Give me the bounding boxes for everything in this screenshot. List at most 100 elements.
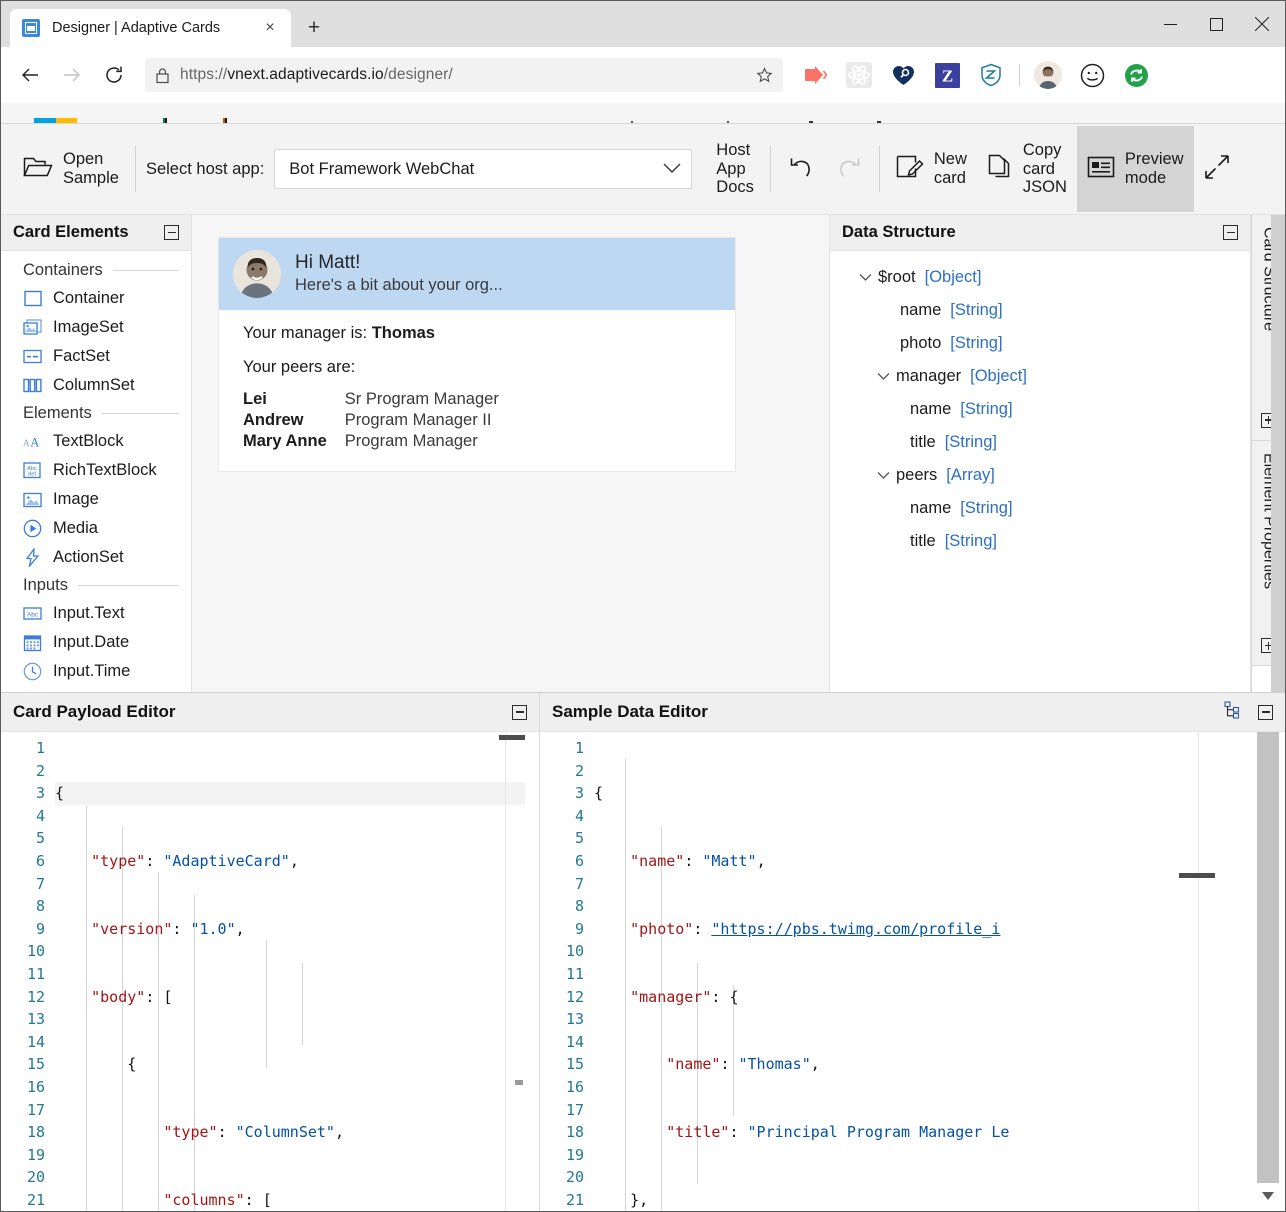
- sample-data-code[interactable]: 12345 678910 1112131415 1617181920 21 { …: [540, 732, 1285, 1211]
- reload-button[interactable]: [95, 56, 133, 94]
- element-input-text[interactable]: Abc Input.Text: [1, 599, 191, 628]
- ds-node-root[interactable]: $root [Object]: [830, 261, 1250, 294]
- page-vscroll-thumb[interactable]: [1257, 732, 1279, 1183]
- sample-data-editor-header: Sample Data Editor: [540, 693, 1285, 732]
- card-header: Hi Matt! Here's a bit about your org...: [219, 238, 735, 310]
- pocket-icon[interactable]: [793, 55, 837, 95]
- browser-tab[interactable]: Designer | Adaptive Cards ×: [10, 9, 291, 47]
- host-app-select[interactable]: Bot Framework WebChat: [274, 149, 692, 189]
- bookmark-star-icon[interactable]: [756, 67, 773, 84]
- undo-button[interactable]: [777, 147, 825, 192]
- lock-icon: [155, 67, 170, 84]
- preview-mode-button[interactable]: Previewmode: [1077, 126, 1194, 212]
- card-payload-code[interactable]: 12345 678910 1112131415 1617181920 21 {: [1, 732, 539, 1211]
- fullscreen-button[interactable]: [1194, 148, 1240, 191]
- richtextblock-icon: Abc def: [23, 461, 42, 480]
- collapse-card-payload-icon[interactable]: [512, 705, 527, 720]
- url-bar[interactable]: https://vnext.adaptivecards.io/designer/: [145, 58, 783, 92]
- element-input-time[interactable]: Input.Time: [1, 657, 191, 686]
- data-structure-panel: Data Structure $root [Object] name [Stri…: [830, 215, 1251, 692]
- element-richtextblock[interactable]: Abc def RichTextBlock: [1, 456, 191, 485]
- preview-mode-icon: [1087, 155, 1115, 184]
- sample-data-lines: { "name": "Matt", "photo": "https://pbs.…: [594, 732, 1285, 1211]
- ds-node-peers-name[interactable]: name [String]: [830, 492, 1250, 525]
- editor-edge-line: [1198, 732, 1199, 1211]
- toolbar-divider-2: [770, 146, 771, 192]
- tab-close-icon[interactable]: ×: [257, 15, 283, 41]
- chevron-down-icon[interactable]: [852, 273, 878, 282]
- sliver-logo-a: [34, 118, 56, 123]
- heart-search-icon[interactable]: [881, 55, 925, 95]
- card-greeting: Hi Matt!: [295, 251, 503, 275]
- element-imageset[interactable]: ImageSet: [1, 313, 191, 342]
- collapse-data-structure-icon[interactable]: [1223, 225, 1238, 240]
- redo-icon: [835, 153, 863, 186]
- collapse-card-elements-icon[interactable]: [164, 225, 179, 240]
- code-line: {: [594, 782, 1285, 805]
- ds-node-manager[interactable]: manager [Object]: [830, 360, 1250, 393]
- ds-node-name[interactable]: name [String]: [830, 294, 1250, 327]
- shield-icon[interactable]: [969, 55, 1013, 95]
- zotero-icon[interactable]: Z: [925, 55, 969, 95]
- card-canvas[interactable]: Hi Matt! Here's a bit about your org... …: [192, 215, 830, 692]
- card-payload-vscroll[interactable]: [525, 732, 539, 1211]
- data-tree-icon[interactable]: [1224, 701, 1240, 724]
- code-line: "columns": [: [55, 1189, 539, 1211]
- card-payload-hscroll-thumb[interactable]: [499, 735, 525, 740]
- browser-titlebar: Designer | Adaptive Cards × +: [1, 1, 1285, 47]
- toolbar-divider-1: [135, 146, 136, 192]
- ds-node-photo[interactable]: photo [String]: [830, 327, 1250, 360]
- react-devtools-icon[interactable]: [837, 55, 881, 95]
- element-factset[interactable]: FactSet: [1, 342, 191, 371]
- factset-icon: [23, 347, 42, 366]
- code-line: "manager": {: [594, 986, 1285, 1009]
- host-app-docs-button[interactable]: HostAppDocs: [706, 135, 764, 204]
- adaptive-card[interactable]: Hi Matt! Here's a bit about your org... …: [218, 237, 736, 472]
- new-tab-button[interactable]: +: [297, 11, 331, 45]
- element-columnset[interactable]: ColumnSet: [1, 371, 191, 400]
- ds-node-peers-title[interactable]: title [String]: [830, 525, 1250, 558]
- new-card-label: Newcard: [934, 150, 967, 188]
- editor-edge-line: [505, 732, 506, 1211]
- url-text: https://vnext.adaptivecards.io/designer/: [180, 66, 453, 84]
- new-card-button[interactable]: Newcard: [886, 144, 977, 194]
- folder-open-icon: [23, 154, 53, 185]
- profile-avatar[interactable]: [1026, 55, 1070, 95]
- code-line: "title": "Principal Program Manager Le: [594, 1121, 1285, 1144]
- open-sample-button[interactable]: OpenSample: [13, 144, 129, 194]
- element-container[interactable]: Container: [1, 284, 191, 313]
- fact-title: Program Manager: [345, 432, 711, 451]
- copy-card-json-button[interactable]: CopycardJSON: [977, 135, 1077, 204]
- element-actionset[interactable]: ActionSet: [1, 543, 191, 572]
- sync-icon[interactable]: [1114, 55, 1158, 95]
- sliver-logo-b: [56, 118, 77, 123]
- page-scrollbar[interactable]: [1271, 215, 1285, 692]
- element-image[interactable]: Image: [1, 485, 191, 514]
- element-input-date[interactable]: Input.Date: [1, 628, 191, 657]
- collapse-sample-data-icon[interactable]: [1258, 705, 1273, 720]
- ds-node-manager-name[interactable]: name [String]: [830, 393, 1250, 426]
- element-textblock[interactable]: A A TextBlock: [1, 427, 191, 456]
- code-line: {: [55, 1053, 539, 1076]
- element-media[interactable]: Media: [1, 514, 191, 543]
- close-icon[interactable]: [1239, 1, 1285, 47]
- maximize-icon[interactable]: [1193, 1, 1239, 47]
- ds-node-manager-title[interactable]: title [String]: [830, 426, 1250, 459]
- back-button[interactable]: [11, 56, 49, 94]
- chevron-down-icon[interactable]: [870, 372, 896, 381]
- card-body: Your manager is: Thomas Your peers are: …: [219, 310, 735, 471]
- card-payload-editor-title: Card Payload Editor: [13, 702, 175, 722]
- ds-node-peers[interactable]: peers [Array]: [830, 459, 1250, 492]
- input-text-icon: Abc: [23, 604, 42, 623]
- sliver-tick-6: [727, 121, 729, 123]
- adaptive-card-preview[interactable]: Hi Matt! Here's a bit about your org... …: [218, 237, 736, 472]
- scroll-down-arrow-icon[interactable]: [1257, 1185, 1279, 1207]
- sample-data-editor-title: Sample Data Editor: [552, 702, 708, 722]
- chevron-down-icon[interactable]: [870, 471, 896, 480]
- smiley-feedback-icon[interactable]: [1070, 55, 1114, 95]
- columnset-icon: [23, 376, 42, 395]
- element-input-number[interactable]: 123 Input.Number: [1, 686, 191, 692]
- sample-data-hscroll-thumb[interactable]: [1179, 873, 1215, 878]
- minimize-icon[interactable]: [1147, 1, 1193, 47]
- chevron-down-icon: [663, 160, 681, 179]
